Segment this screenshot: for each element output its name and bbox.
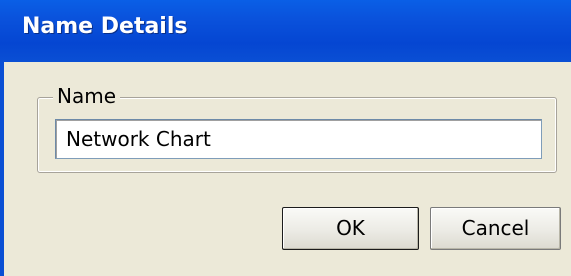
name-group-label: Name (53, 84, 121, 108)
ok-button[interactable]: OK (282, 207, 419, 250)
title-bar[interactable]: Name Details (0, 0, 571, 62)
name-input[interactable] (55, 119, 542, 159)
name-details-dialog: Name Details Name OK Cancel (0, 0, 571, 276)
cancel-button[interactable]: Cancel (430, 207, 561, 250)
dialog-title: Name Details (22, 14, 188, 39)
